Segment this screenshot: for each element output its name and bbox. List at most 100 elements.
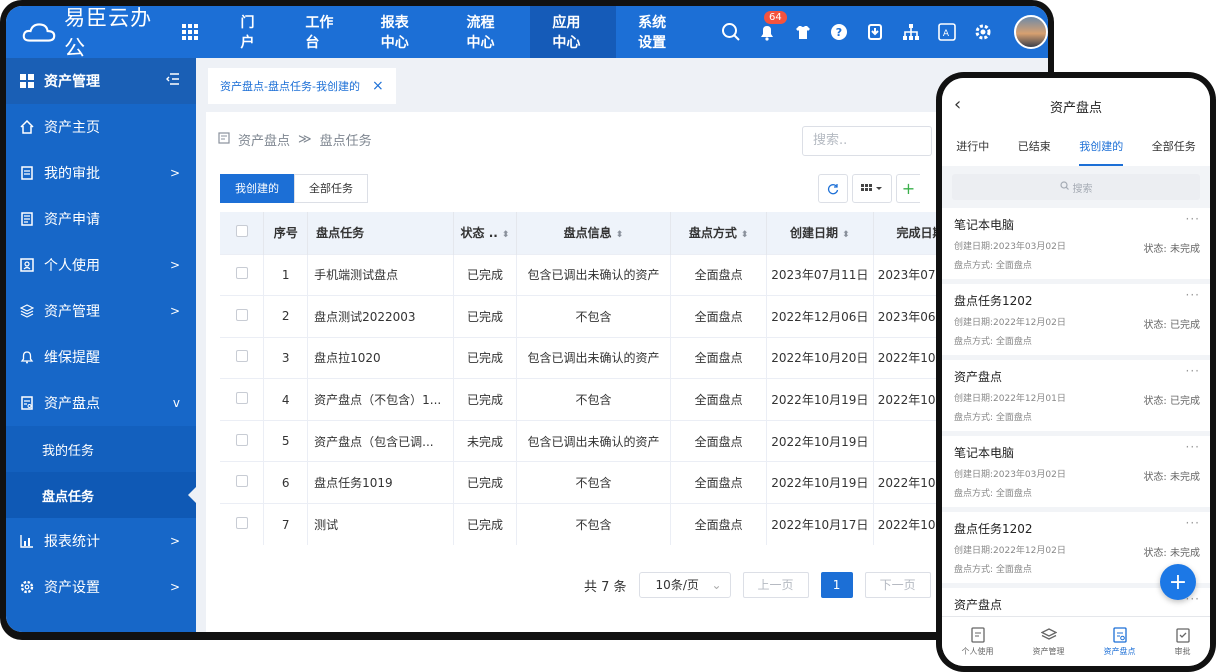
sidebar-item-maintenance-reminder[interactable]: 维保提醒 <box>6 334 196 380</box>
mobile-tab-all-tasks[interactable]: 全部任务 <box>1152 134 1196 166</box>
org-chart-icon[interactable] <box>900 21 922 43</box>
sidebar-item-asset-management[interactable]: 资产管理 > <box>6 288 196 334</box>
font-size-icon[interactable]: A <box>936 21 958 43</box>
nav-app-center[interactable]: 应用中心 <box>530 6 617 58</box>
sidebar-item-label: 资产主页 <box>44 120 100 136</box>
mobile-tab-finished[interactable]: 已结束 <box>1018 134 1051 166</box>
table-row[interactable]: 5 资产盘点（包含已调... 未完成 包含已调出未确认的资产 全面盘点 2022年10月1… <box>220 419 981 462</box>
nav-portal[interactable]: 门户 <box>218 6 283 58</box>
back-arrow-icon[interactable]: ‹ <box>954 94 961 115</box>
tab-inventory-my-created[interactable]: 资产盘点-盘点任务-我创建的 × <box>208 68 396 104</box>
sidebar-header: 资产管理 <box>6 58 196 104</box>
table-row[interactable]: 3 盘点拉1020 已完成 包含已调出未确认的资产 全面盘点 2022年10月20日 202… <box>220 336 981 379</box>
mobile-tab-my-created[interactable]: 我创建的 <box>1079 134 1124 166</box>
sidebar-item-asset-home[interactable]: 资产主页 <box>6 104 196 150</box>
table-row[interactable]: 6 盘点任务1019 已完成 不包含 全面盘点 2022年10月19日 2022年10月19… <box>220 461 981 504</box>
row-checkbox[interactable] <box>220 461 265 504</box>
more-options-icon[interactable]: ··· <box>1186 288 1200 302</box>
list-item[interactable]: 盘点任务1202 创建日期:2022年12月02日 盘点方式: 全面盘点 状态: 已完… <box>942 284 1210 360</box>
table-row[interactable]: 1 手机端测试盘点 已完成 包含已调出未确认的资产 全面盘点 2023年07月11日 202… <box>220 253 981 296</box>
list-item[interactable]: 笔记本电脑 创建日期:2023年03月02日 盘点方式: 全面盘点 状态: 未完成 ··… <box>942 208 1210 284</box>
card-method: 盘点方式: 全面盘点 <box>954 489 1032 499</box>
sidebar-item-my-approvals[interactable]: 我的审批 > <box>6 150 196 196</box>
sort-icon[interactable]: ⬍ <box>616 230 624 240</box>
search-input[interactable]: 搜索.. <box>802 126 932 156</box>
mobile-tabs: 进行中 已结束 我创建的 全部任务 <box>942 134 1210 166</box>
sort-icon[interactable]: ⬍ <box>842 230 850 240</box>
mobile-nav-approval[interactable]: 审批 <box>1175 617 1191 666</box>
prev-page-button[interactable]: 上一页 <box>742 572 809 598</box>
cell-task: 测试 <box>307 503 455 546</box>
sidebar-item-asset-request[interactable]: 资产申请 <box>6 196 196 242</box>
mobile-nav-asset-management[interactable]: 资产管理 <box>1033 617 1065 666</box>
col-header-method[interactable]: 盘点方式 ⬍ <box>670 212 768 254</box>
nav-report-center[interactable]: 报表中心 <box>359 6 445 58</box>
page-size-select[interactable]: 10条/页 ⌄ <box>638 572 731 598</box>
table-row[interactable]: 7 测试 已完成 不包含 全面盘点 2022年10月17日 2022年10月31日 <box>220 503 981 546</box>
collapse-menu-icon[interactable] <box>166 73 180 89</box>
more-options-icon[interactable]: ··· <box>1186 440 1200 454</box>
nav-workbench[interactable]: 工作台 <box>283 6 358 58</box>
card-method: 盘点方式: 全面盘点 <box>954 337 1032 347</box>
help-icon[interactable]: ? <box>828 21 850 43</box>
nav-process-center[interactable]: 流程中心 <box>445 6 531 58</box>
app-logo[interactable]: 易臣云办公 <box>6 6 168 62</box>
sidebar-item-label: 我的审批 <box>44 166 100 182</box>
apps-grid-icon[interactable] <box>182 24 199 40</box>
current-page-button[interactable]: 1 <box>820 572 853 598</box>
more-options-icon[interactable]: ··· <box>1186 212 1200 226</box>
download-icon[interactable] <box>864 21 886 43</box>
sidebar-item-label: 资产设置 <box>44 580 100 596</box>
row-checkbox[interactable] <box>220 419 265 462</box>
more-options-icon[interactable]: ··· <box>1186 364 1200 378</box>
cell-created: 2023年07月11日 <box>766 253 874 296</box>
cell-method: 全面盘点 <box>670 461 768 504</box>
list-item[interactable]: 笔记本电脑 创建日期:2023年03月02日 盘点方式: 全面盘点 状态: 未完成 ··… <box>942 436 1210 512</box>
notification-bell-icon[interactable]: 64 <box>756 11 787 43</box>
close-icon[interactable]: × <box>372 78 384 94</box>
filter-all-tasks-button[interactable]: 全部任务 <box>294 174 368 203</box>
row-checkbox[interactable] <box>220 336 265 379</box>
column-view-icon[interactable] <box>852 174 892 203</box>
card-title: 盘点任务1202 <box>954 522 1033 536</box>
sidebar-subitem-inventory-tasks[interactable]: 盘点任务 <box>6 472 196 518</box>
select-all-checkbox[interactable] <box>220 212 265 254</box>
mobile-nav-asset-inventory[interactable]: 资产盘点 <box>1104 617 1136 666</box>
more-options-icon[interactable]: ··· <box>1186 516 1200 530</box>
cell-method: 全面盘点 <box>670 419 768 462</box>
next-page-button[interactable]: 下一页 <box>864 572 931 598</box>
sidebar-item-personal-use[interactable]: 个人使用 > <box>6 242 196 288</box>
row-checkbox[interactable] <box>220 503 265 546</box>
search-icon[interactable] <box>720 21 742 43</box>
card-method: 盘点方式: 全面盘点 <box>954 413 1032 423</box>
bell-icon <box>20 350 34 364</box>
sidebar-subitem-my-tasks[interactable]: 我的任务 <box>6 426 196 472</box>
sidebar-item-asset-settings[interactable]: 资产设置 > <box>6 564 196 610</box>
list-item[interactable]: 资产盘点 创建日期:2022年12月01日 盘点方式: 全面盘点 状态: 已完成 ··· <box>942 360 1210 436</box>
settings-gear-icon[interactable] <box>972 21 994 43</box>
user-avatar[interactable] <box>1014 15 1048 49</box>
sidebar-item-report-stats[interactable]: 报表统计 > <box>6 518 196 564</box>
row-checkbox[interactable] <box>220 295 265 338</box>
sidebar-item-asset-inventory[interactable]: 资产盘点 v <box>6 380 196 426</box>
row-checkbox[interactable] <box>220 378 265 421</box>
add-icon[interactable]: + <box>896 174 920 203</box>
mobile-nav-personal-use[interactable]: 个人使用 <box>962 617 994 666</box>
shirt-icon[interactable] <box>792 21 814 43</box>
row-checkbox[interactable] <box>220 253 265 296</box>
sort-icon[interactable]: ⬍ <box>502 230 510 240</box>
cell-status: 已完成 <box>453 378 517 421</box>
sort-icon[interactable]: ⬍ <box>741 230 749 240</box>
breadcrumb-root[interactable]: 资产盘点 <box>238 130 290 149</box>
filter-my-created-button[interactable]: 我创建的 <box>220 174 294 203</box>
add-task-fab[interactable]: + <box>1160 564 1196 600</box>
refresh-icon[interactable] <box>818 174 848 203</box>
col-header-status[interactable]: 状态 .. ⬍ <box>453 212 517 254</box>
table-row[interactable]: 4 资产盘点（不包含）1... 已完成 不包含 全面盘点 2022年10月19日 2022年… <box>220 378 981 421</box>
nav-system-settings[interactable]: 系统设置 <box>616 6 702 58</box>
mobile-search-input[interactable]: 搜索 <box>952 174 1200 200</box>
col-header-created[interactable]: 创建日期 ⬍ <box>766 212 874 254</box>
table-row[interactable]: 2 盘点测试2022003 已完成 不包含 全面盘点 2022年12月06日 2023年06… <box>220 295 981 338</box>
col-header-info[interactable]: 盘点信息 ⬍ <box>516 212 672 254</box>
mobile-tab-in-progress[interactable]: 进行中 <box>956 134 989 166</box>
